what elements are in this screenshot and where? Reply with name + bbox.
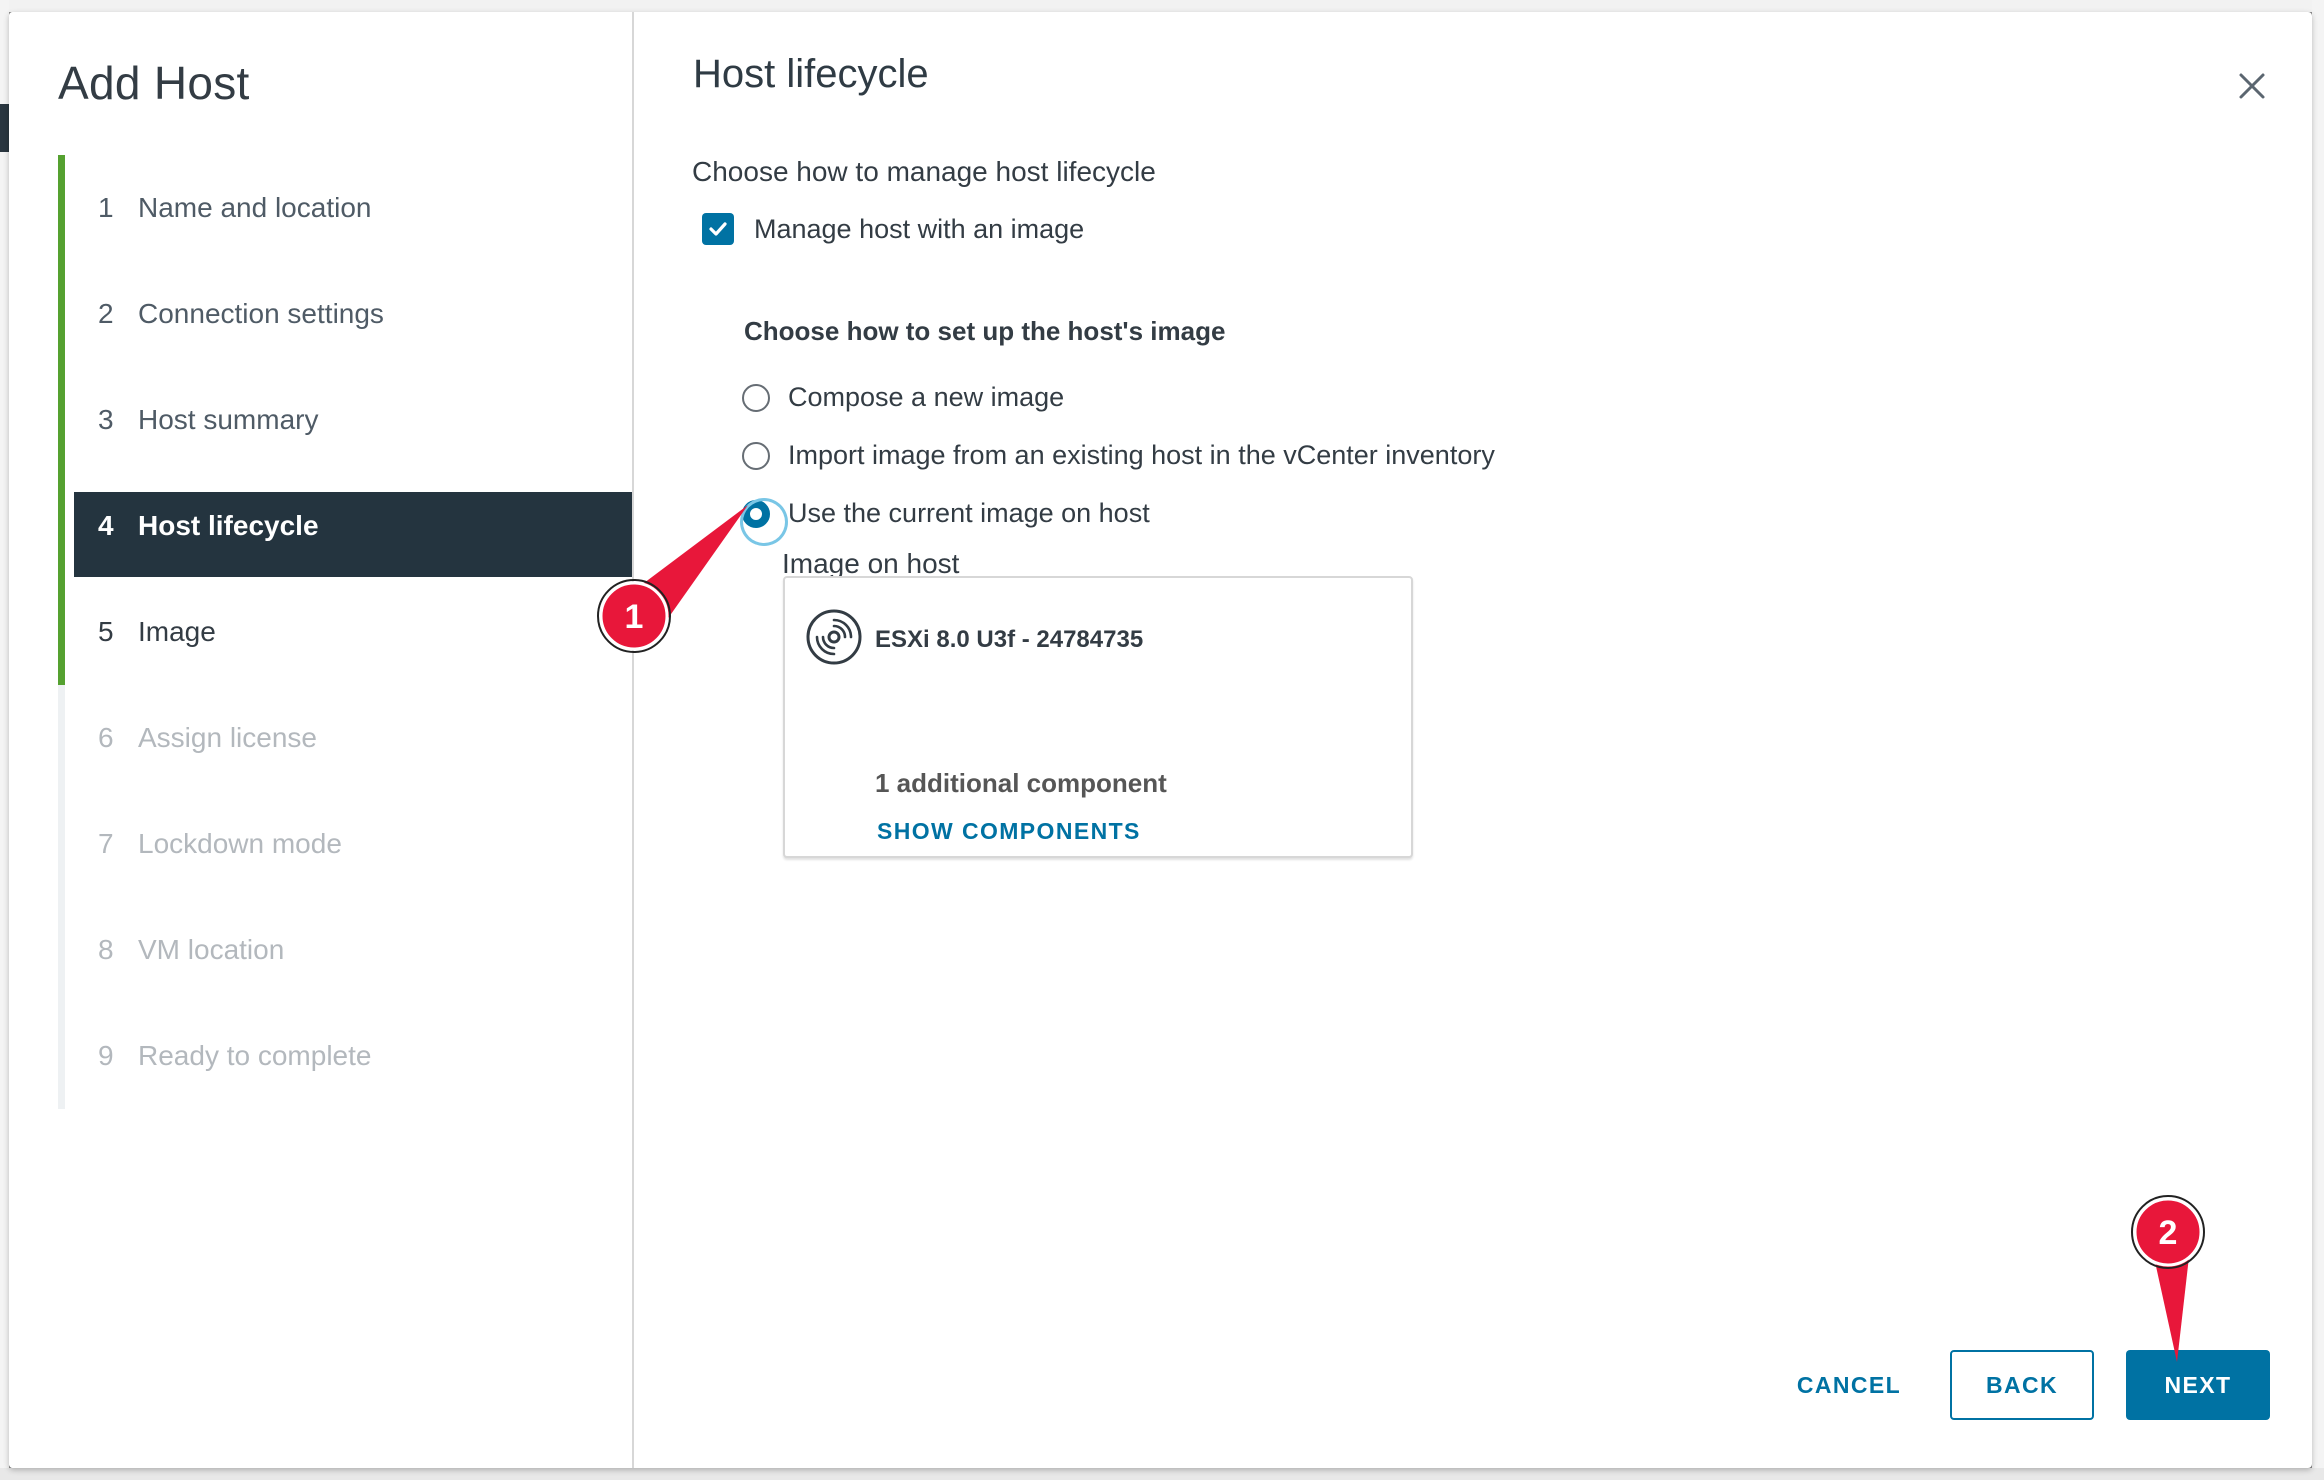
image-name: ESXi 8.0 U3f - 24784735 bbox=[875, 626, 1144, 653]
step-label: Assign license bbox=[138, 722, 317, 753]
step-number: 7 bbox=[98, 828, 114, 859]
step-name-and-location[interactable]: 1 Name and location bbox=[58, 155, 632, 261]
radio-use-current-image[interactable]: Use the current image on host bbox=[742, 498, 1150, 529]
wizard-steps: 1 Name and location 2 Connection setting… bbox=[58, 155, 632, 1109]
components-count: 1 additional component bbox=[875, 768, 1167, 798]
wizard-title: Add Host bbox=[58, 57, 250, 109]
checkmark-icon bbox=[709, 222, 727, 236]
radio-compose-new-image[interactable]: Compose a new image bbox=[742, 382, 1064, 413]
image-card: ESXi 8.0 U3f - 24784735 1 additional com… bbox=[783, 576, 1413, 858]
step-number: 3 bbox=[98, 404, 114, 435]
step-label: Image bbox=[138, 616, 216, 647]
step-vm-location: 8 VM location bbox=[58, 897, 632, 1003]
radio-button[interactable] bbox=[742, 383, 770, 412]
step-image[interactable]: 5 Image bbox=[58, 579, 632, 685]
next-button[interactable]: NEXT bbox=[2126, 1350, 2270, 1420]
radio-label: Import image from an existing host in th… bbox=[788, 440, 1495, 470]
step-label: Lockdown mode bbox=[138, 828, 342, 859]
radio-button-selected[interactable] bbox=[742, 499, 770, 528]
cancel-button[interactable]: CANCEL bbox=[1774, 1350, 1924, 1420]
focus-ring bbox=[743, 501, 785, 543]
step-label: VM location bbox=[138, 934, 285, 965]
background-app-nav bbox=[0, 104, 9, 152]
step-number: 6 bbox=[98, 722, 114, 753]
back-button[interactable]: BACK bbox=[1950, 1350, 2094, 1420]
radio-label: Compose a new image bbox=[788, 382, 1065, 412]
background-app-footer bbox=[0, 1468, 2324, 1480]
step-ready-to-complete: 9 Ready to complete bbox=[58, 1003, 632, 1109]
step-number: 9 bbox=[98, 1040, 114, 1071]
step-connection-settings[interactable]: 2 Connection settings bbox=[58, 261, 632, 367]
step-host-summary[interactable]: 3 Host summary bbox=[58, 367, 632, 473]
radio-button[interactable] bbox=[742, 441, 770, 470]
step-label: Connection settings bbox=[138, 298, 384, 329]
background-app-left bbox=[0, 0, 9, 1480]
step-assign-license: 6 Assign license bbox=[58, 685, 632, 791]
step-label: Host lifecycle bbox=[138, 510, 319, 541]
step-number: 2 bbox=[98, 298, 114, 329]
radio-import-image[interactable]: Import image from an existing host in th… bbox=[742, 440, 1495, 471]
show-components-link[interactable]: SHOW COMPONENTS bbox=[877, 818, 1141, 845]
step-number: 8 bbox=[98, 934, 114, 965]
manage-with-image-row[interactable]: Manage host with an image bbox=[702, 213, 1084, 245]
step-host-lifecycle[interactable]: 4 Host lifecycle bbox=[58, 473, 632, 579]
close-icon[interactable] bbox=[2232, 66, 2272, 106]
wizard-sidebar: Add Host 1 Name and location 2 Connectio… bbox=[9, 12, 634, 1468]
manage-with-image-checkbox[interactable] bbox=[702, 213, 734, 245]
manage-with-image-label: Manage host with an image bbox=[754, 213, 1085, 244]
step-lockdown-mode: 7 Lockdown mode bbox=[58, 791, 632, 897]
step-number: 4 bbox=[98, 510, 114, 541]
lifecycle-section-label: Choose how to manage host lifecycle bbox=[692, 156, 1156, 187]
image-setup-heading: Choose how to set up the host's image bbox=[744, 316, 1226, 346]
step-label: Host summary bbox=[138, 404, 319, 435]
add-host-dialog: Add Host 1 Name and location 2 Connectio… bbox=[9, 12, 2312, 1468]
page-title: Host lifecycle bbox=[693, 52, 929, 96]
step-number: 5 bbox=[98, 616, 114, 647]
step-number: 1 bbox=[98, 192, 114, 223]
radio-label: Use the current image on host bbox=[788, 498, 1150, 528]
disc-image-icon bbox=[806, 609, 862, 665]
background-app-right bbox=[2312, 0, 2324, 1480]
step-label: Name and location bbox=[138, 192, 372, 223]
background-app-header bbox=[0, 0, 2324, 12]
wizard-content: Host lifecycle Choose how to manage host… bbox=[634, 12, 2312, 1468]
step-label: Ready to complete bbox=[138, 1040, 372, 1071]
